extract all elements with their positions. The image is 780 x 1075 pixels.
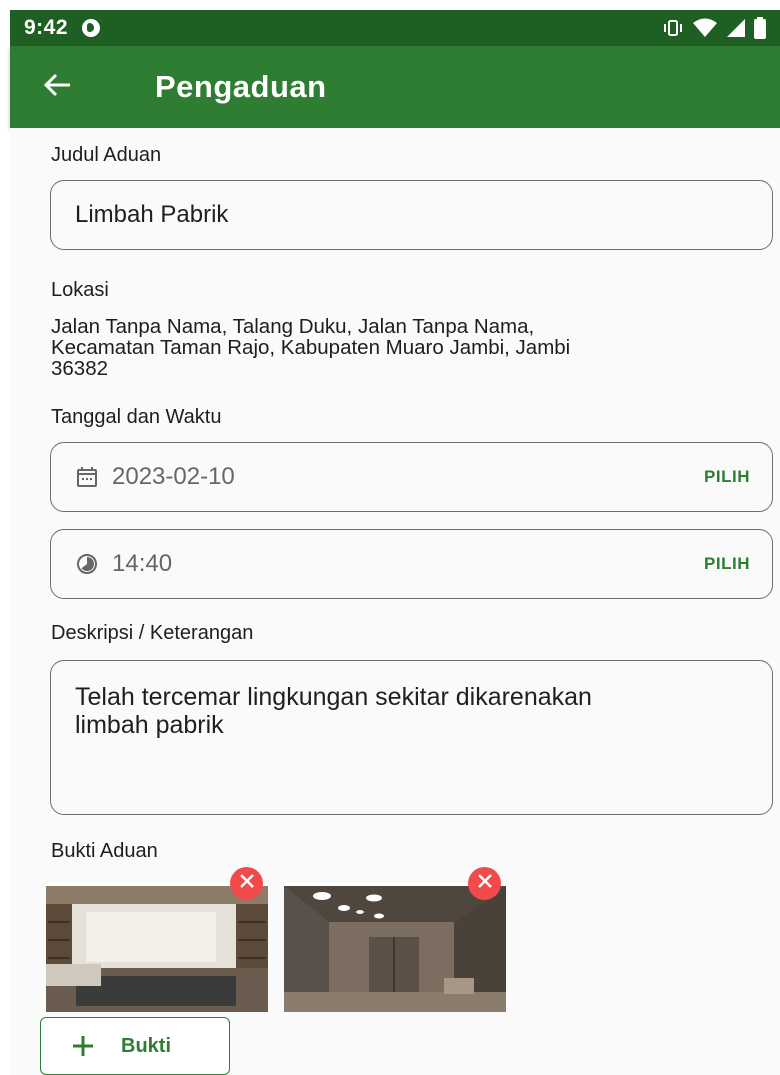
- battery-icon: [754, 17, 766, 39]
- judul-field[interactable]: Limbah Pabrik: [50, 180, 773, 250]
- address-line: 36382: [51, 357, 109, 380]
- status-time: 9:42: [24, 16, 69, 39]
- deskripsi-value: Telah tercemar lingkungan sekitar dikare…: [51, 661, 731, 739]
- bukti-label: Bukti Aduan: [51, 840, 158, 862]
- signal-icon: [726, 18, 746, 38]
- pick-time-button[interactable]: PILIH: [704, 554, 750, 574]
- wifi-icon: [692, 18, 718, 38]
- app-bar: Pengaduan: [10, 46, 780, 128]
- evidence-photo[interactable]: [46, 882, 268, 1012]
- app-notification-icon: [82, 19, 101, 37]
- page-title: Pengaduan: [155, 69, 327, 104]
- remove-photo-button[interactable]: [230, 867, 263, 900]
- address-line: Jalan Tanpa Nama, Talang Duku, Jalan Tan…: [51, 315, 535, 338]
- evidence-photo[interactable]: [284, 882, 506, 1012]
- lokasi-label: Lokasi: [51, 279, 109, 301]
- plus-icon: [71, 1034, 95, 1058]
- add-evidence-button[interactable]: Bukti: [40, 1017, 230, 1075]
- close-circle-icon: [477, 873, 493, 894]
- time-field[interactable]: 14:40 PILIH: [50, 529, 773, 599]
- vibrate-icon: [662, 18, 684, 38]
- clock-icon: [76, 553, 98, 575]
- tanggal-waktu-label: Tanggal dan Waktu: [51, 406, 222, 428]
- deskripsi-line: Telah tercemar lingkungan sekitar dikare…: [75, 683, 592, 711]
- room-photo-icon: [46, 882, 268, 1012]
- status-bar: 9:42: [10, 10, 780, 46]
- judul-value: Limbah Pabrik: [75, 201, 229, 228]
- arrow-left-icon: [42, 69, 74, 106]
- status-icons: [662, 17, 766, 39]
- calendar-icon: [76, 466, 98, 488]
- back-button[interactable]: [18, 46, 98, 128]
- remove-photo-button[interactable]: [468, 867, 501, 900]
- deskripsi-textarea[interactable]: Telah tercemar lingkungan sekitar dikare…: [50, 660, 773, 815]
- pick-date-button[interactable]: PILIH: [704, 467, 750, 487]
- date-value: 2023-02-10: [112, 463, 235, 490]
- interior-photo-icon: [284, 882, 506, 1012]
- date-field[interactable]: 2023-02-10 PILIH: [50, 442, 773, 512]
- lokasi-address: Jalan Tanpa Nama, Talang Duku, Jalan Tan…: [51, 316, 771, 379]
- address-line: Kecamatan Taman Rajo, Kabupaten Muaro Ja…: [51, 336, 571, 359]
- add-evidence-label: Bukti: [121, 1034, 171, 1057]
- close-circle-icon: [239, 873, 255, 894]
- deskripsi-label: Deskripsi / Keterangan: [51, 622, 254, 644]
- judul-label: Judul Aduan: [51, 144, 162, 166]
- time-value: 14:40: [112, 550, 173, 577]
- deskripsi-line: limbah pabrik: [75, 711, 224, 739]
